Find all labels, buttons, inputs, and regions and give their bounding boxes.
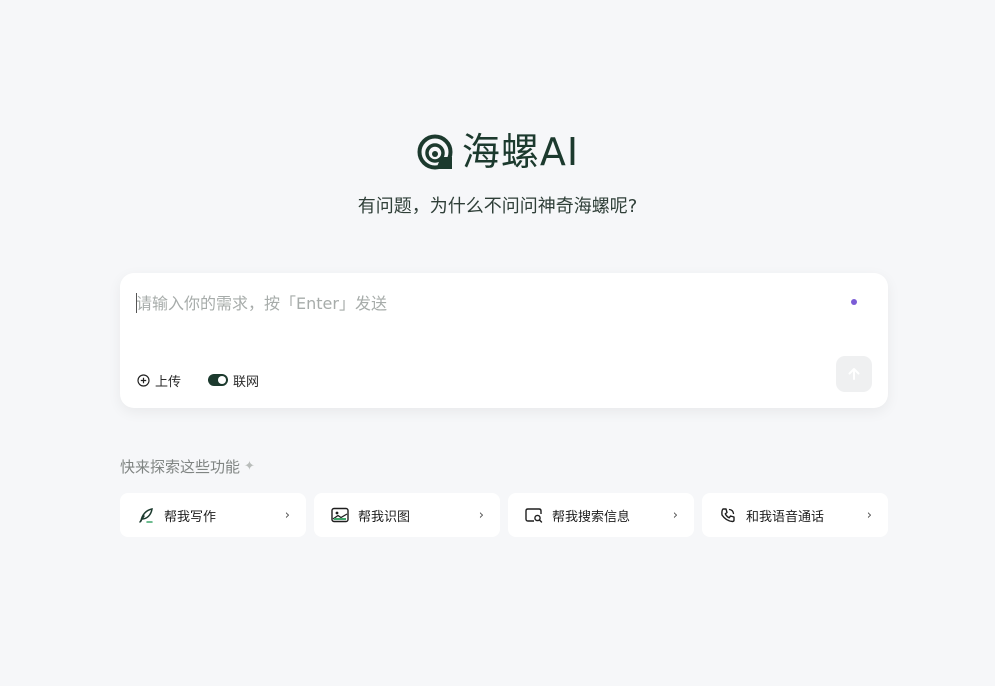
- logo: 海螺AI: [0, 130, 995, 174]
- feature-label: 帮我写作: [164, 509, 217, 525]
- upload-label: 上传: [155, 374, 182, 390]
- feature-search[interactable]: 帮我搜索信息 ›: [508, 493, 694, 537]
- feature-list: 帮我写作 › 帮我识图 › 帮我搜索信息 › 和我语音通话 ›: [120, 493, 888, 537]
- feature-writing[interactable]: 帮我写作 ›: [120, 493, 306, 537]
- prompt-input[interactable]: [136, 291, 826, 315]
- feature-image-recognition[interactable]: 帮我识图 ›: [314, 493, 500, 537]
- feather-pen-icon: [137, 506, 155, 524]
- status-dot: [851, 299, 857, 305]
- chevron-right-icon: ›: [478, 507, 484, 523]
- arrow-up-icon: [848, 368, 860, 380]
- search-window-icon: [525, 506, 543, 524]
- send-button[interactable]: [836, 356, 872, 392]
- tagline: 有问题，为什么不问问神奇海螺呢?: [357, 196, 638, 217]
- chevron-right-icon: ›: [672, 507, 678, 523]
- explore-title: 快来探索这些功能: [120, 458, 241, 476]
- feature-label: 帮我识图: [358, 509, 411, 525]
- chevron-right-icon: ›: [866, 507, 872, 523]
- explore-heading: 快来探索这些功能 ✦: [120, 456, 255, 478]
- upload-button[interactable]: 上传: [137, 370, 181, 390]
- image-icon: [331, 506, 349, 524]
- conch-logo-icon: [417, 134, 453, 170]
- brand-name: 海螺AI: [461, 130, 580, 174]
- web-label: 联网: [233, 374, 260, 390]
- sparkle-icon: ✦: [244, 459, 255, 474]
- feature-voice-call[interactable]: 和我语音通话 ›: [702, 493, 888, 537]
- phone-icon: [719, 506, 737, 524]
- feature-label: 和我语音通话: [746, 509, 825, 525]
- web-toggle[interactable]: 联网: [208, 370, 259, 390]
- toggle-switch-icon: [208, 374, 228, 386]
- text-caret: [136, 293, 137, 313]
- composer-card: 上传 联网: [120, 273, 888, 408]
- feature-label: 帮我搜索信息: [552, 509, 631, 525]
- plus-circle-icon: [137, 373, 150, 387]
- chevron-right-icon: ›: [284, 507, 290, 523]
